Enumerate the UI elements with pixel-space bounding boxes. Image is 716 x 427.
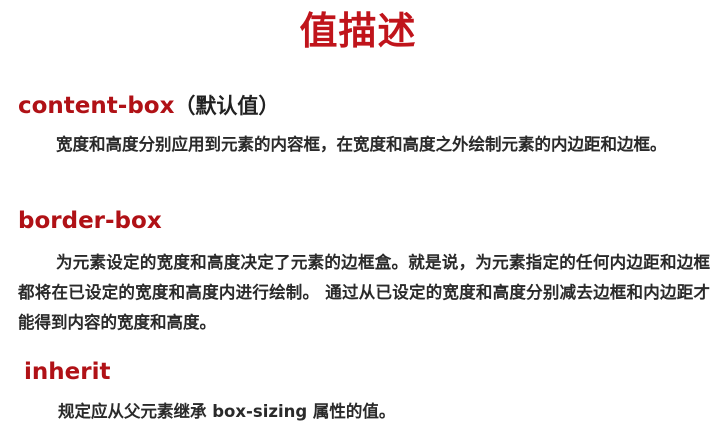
keyword-inherit: inherit xyxy=(24,359,111,385)
keyword-border-box: border-box xyxy=(18,208,162,234)
heading-inherit: inherit xyxy=(24,357,110,387)
default-value-note: （默认值） xyxy=(174,94,280,118)
slide: 值描述 content-box（默认值） 宽度和高度分别应用到元素的内容框，在宽… xyxy=(0,0,716,424)
description-inherit: 规定应从父元素继承 box-sizing 属性的值。 xyxy=(58,402,396,421)
heading-content-box: content-box（默认值） xyxy=(18,91,279,121)
keyword-content-box: content-box xyxy=(18,93,175,119)
description-border-box: 为元素设定的宽度和高度决定了元素的边框盒。就是说，为元素指定的任何内边距和边框都… xyxy=(18,253,710,332)
heading-border-box: border-box xyxy=(18,206,162,236)
description-content-box: 宽度和高度分别应用到元素的内容框，在宽度和高度之外绘制元素的内边距和边框。 xyxy=(55,135,667,154)
slide-title: 值描述 xyxy=(299,9,417,53)
